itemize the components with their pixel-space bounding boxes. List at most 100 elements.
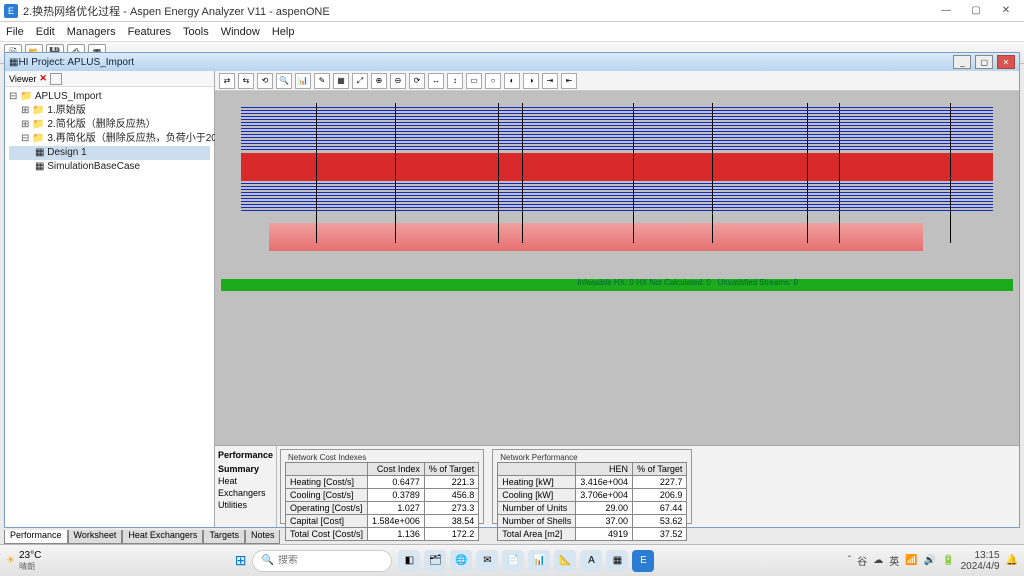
viewer-doc-icon[interactable] bbox=[50, 73, 62, 85]
perf-utilities[interactable]: Utilities bbox=[218, 499, 273, 511]
tree-node-1[interactable]: ⊞ 📁 1.原始版 bbox=[9, 104, 210, 118]
menu-window[interactable]: Window bbox=[221, 26, 260, 38]
gtool-icon[interactable]: ⟳ bbox=[409, 73, 425, 89]
lang2[interactable]: 英 bbox=[889, 553, 899, 568]
table-row: Heating [Cost/s]0.6477221.3 bbox=[286, 476, 479, 489]
child-close-button[interactable]: ✕ bbox=[997, 55, 1015, 69]
gtool-icon[interactable]: ✎ bbox=[314, 73, 330, 89]
gtool-icon[interactable]: ↔ bbox=[428, 73, 444, 89]
child-min-button[interactable]: _ bbox=[953, 55, 971, 69]
tree-root[interactable]: ⊟ 📁 APLUS_Import bbox=[9, 90, 210, 104]
viewer-close-icon[interactable]: ✕ bbox=[39, 73, 47, 84]
child-window: ▦ HI Project: APLUS_Import _ ▢ ✕ Viewer … bbox=[4, 52, 1020, 528]
menu-file[interactable]: File bbox=[6, 26, 24, 38]
close-button[interactable]: ✕ bbox=[992, 2, 1020, 20]
app-icon[interactable]: ◧ bbox=[398, 550, 420, 572]
menu-managers[interactable]: Managers bbox=[67, 26, 116, 38]
app-icon[interactable]: 📐 bbox=[554, 550, 576, 572]
gtool-icon[interactable]: ⟲ bbox=[257, 73, 273, 89]
notification-icon[interactable]: 🔔 bbox=[1006, 555, 1018, 566]
child-icon: ▦ bbox=[9, 57, 18, 68]
maximize-button[interactable]: ▢ bbox=[962, 2, 990, 20]
date: 2024/4/9 bbox=[961, 561, 1000, 572]
gtool-icon[interactable]: 🔍 bbox=[276, 73, 292, 89]
sun-icon: ☀ bbox=[6, 555, 15, 566]
start-button[interactable]: ⊞ bbox=[235, 552, 247, 569]
cost-table: Cost Index% of Target Heating [Cost/s]0.… bbox=[285, 462, 479, 541]
tab-heatex[interactable]: Heat Exchangers bbox=[122, 530, 203, 544]
table-row: Number of Units29.0067.44 bbox=[498, 502, 687, 515]
hen-diagram[interactable] bbox=[221, 97, 1013, 275]
menu-tools[interactable]: Tools bbox=[183, 26, 209, 38]
gtool-icon[interactable]: 📊 bbox=[295, 73, 311, 89]
table-row: Total Cost [Cost/s]1.136172.2 bbox=[286, 528, 479, 541]
chevron-up-icon[interactable]: ˆ bbox=[848, 555, 851, 566]
gtool-icon[interactable]: ⤢ bbox=[352, 73, 368, 89]
gtool-icon[interactable]: ⇥ bbox=[542, 73, 558, 89]
perf-heatex[interactable]: Heat Exchangers bbox=[218, 475, 273, 499]
bottom-pane: Performance Summary Heat Exchangers Util… bbox=[215, 445, 1019, 527]
system-tray[interactable]: ˆ 谷 ☁ 英 📶 🔊 🔋 13:15 2024/4/9 🔔 bbox=[848, 550, 1018, 572]
weather-widget[interactable]: ☀ 23°C 晴朗 bbox=[6, 550, 41, 572]
gtool-icon[interactable]: ○ bbox=[485, 73, 501, 89]
gtool-icon[interactable]: ⇄ bbox=[219, 73, 235, 89]
table-row: Capital [Cost]1.584e+00638.54 bbox=[286, 515, 479, 528]
menu-bar: File Edit Managers Features Tools Window… bbox=[0, 22, 1024, 42]
minimize-button[interactable]: — bbox=[932, 2, 960, 20]
app-icon[interactable]: ▦ bbox=[606, 550, 628, 572]
table-row: Cooling [kW]3.706e+004206.9 bbox=[498, 489, 687, 502]
tab-targets[interactable]: Targets bbox=[203, 530, 245, 544]
tab-performance[interactable]: Performance bbox=[4, 530, 68, 544]
project-tree[interactable]: ⊟ 📁 APLUS_Import ⊞ 📁 1.原始版 ⊞ 📁 2.简化版（删除反… bbox=[5, 87, 214, 177]
app-icon[interactable]: 🌐 bbox=[450, 550, 472, 572]
gtool-icon[interactable]: ⊖ bbox=[390, 73, 406, 89]
weather-desc: 晴朗 bbox=[19, 561, 41, 572]
tree-design1[interactable]: ▦ Design 1 bbox=[9, 146, 210, 160]
tree-simbase[interactable]: ▦ SimulationBaseCase bbox=[9, 160, 210, 174]
tab-notes[interactable]: Notes bbox=[245, 530, 281, 544]
tree-node-2[interactable]: ⊞ 📁 2.简化版（删除反应热） bbox=[9, 118, 210, 132]
time: 13:15 bbox=[961, 550, 1000, 561]
gtool-icon[interactable]: ⇆ bbox=[238, 73, 254, 89]
app-icon[interactable]: E bbox=[632, 550, 654, 572]
table-row: Cooling [Cost/s]0.3789456.8 bbox=[286, 489, 479, 502]
gtool-icon[interactable]: ⇤ bbox=[561, 73, 577, 89]
window-buttons: — ▢ ✕ bbox=[932, 2, 1020, 20]
gtool-icon[interactable]: ◐ bbox=[504, 73, 520, 89]
tree-node-3[interactable]: ⊟ 📁 3.再简化版（删除反应热，负荷小于200kw合股） bbox=[9, 132, 210, 146]
clock[interactable]: 13:15 2024/4/9 bbox=[961, 550, 1000, 572]
lang1[interactable]: 谷 bbox=[857, 553, 867, 568]
app-titlebar: E 2.换热网络优化过程 - Aspen Energy Analyzer V11… bbox=[0, 0, 1024, 22]
child-max-button[interactable]: ▢ bbox=[975, 55, 993, 69]
app-icon[interactable]: 🗂 bbox=[424, 550, 446, 572]
cost-index-group: Network Cost Indexes Cost Index% of Targ… bbox=[280, 449, 484, 524]
diagram-area[interactable]: Infeasible HX: 0 HX Not Calculated: 0 Un… bbox=[215, 91, 1019, 445]
tree-panel: Viewer ✕ ⊟ 📁 APLUS_Import ⊞ 📁 1.原始版 ⊞ 📁 … bbox=[5, 71, 215, 527]
gtool-icon[interactable]: ↕ bbox=[447, 73, 463, 89]
app-icon[interactable]: ✉ bbox=[476, 550, 498, 572]
app-icon[interactable]: 📄 bbox=[502, 550, 524, 572]
gtool-icon[interactable]: ◑ bbox=[523, 73, 539, 89]
tab-worksheet[interactable]: Worksheet bbox=[68, 530, 123, 544]
gtool-icon[interactable]: ▭ bbox=[466, 73, 482, 89]
tables-area: Network Cost Indexes Cost Index% of Targ… bbox=[277, 446, 1019, 527]
graph-toolbar: ⇄ ⇆ ⟲ 🔍 📊 ✎ ▦ ⤢ ⊕ ⊖ ⟳ ↔ ↕ ▭ ○ ◐ ◑ bbox=[215, 71, 1019, 91]
gtool-icon[interactable]: ⊕ bbox=[371, 73, 387, 89]
status-strip: Infeasible HX: 0 HX Not Calculated: 0 Un… bbox=[221, 279, 1013, 291]
cloud-icon[interactable]: ☁ bbox=[873, 555, 883, 566]
app-icon[interactable]: A bbox=[580, 550, 602, 572]
perf-header: Performance bbox=[218, 449, 273, 461]
gtool-icon[interactable]: ▦ bbox=[333, 73, 349, 89]
volume-icon[interactable]: 🔊 bbox=[924, 555, 936, 566]
menu-help[interactable]: Help bbox=[272, 26, 295, 38]
table-row: Heating [kW]3.416e+004227.7 bbox=[498, 476, 687, 489]
app-icon[interactable]: 📊 bbox=[528, 550, 550, 572]
battery-icon[interactable]: 🔋 bbox=[942, 555, 954, 566]
menu-features[interactable]: Features bbox=[128, 26, 171, 38]
perf-summary[interactable]: Summary bbox=[218, 463, 273, 475]
taskbar-search[interactable]: 🔍 bbox=[252, 550, 392, 572]
wifi-icon[interactable]: 📶 bbox=[905, 555, 917, 566]
menu-edit[interactable]: Edit bbox=[36, 26, 55, 38]
viewer-header: Viewer ✕ bbox=[5, 71, 214, 87]
search-input[interactable] bbox=[278, 555, 378, 566]
